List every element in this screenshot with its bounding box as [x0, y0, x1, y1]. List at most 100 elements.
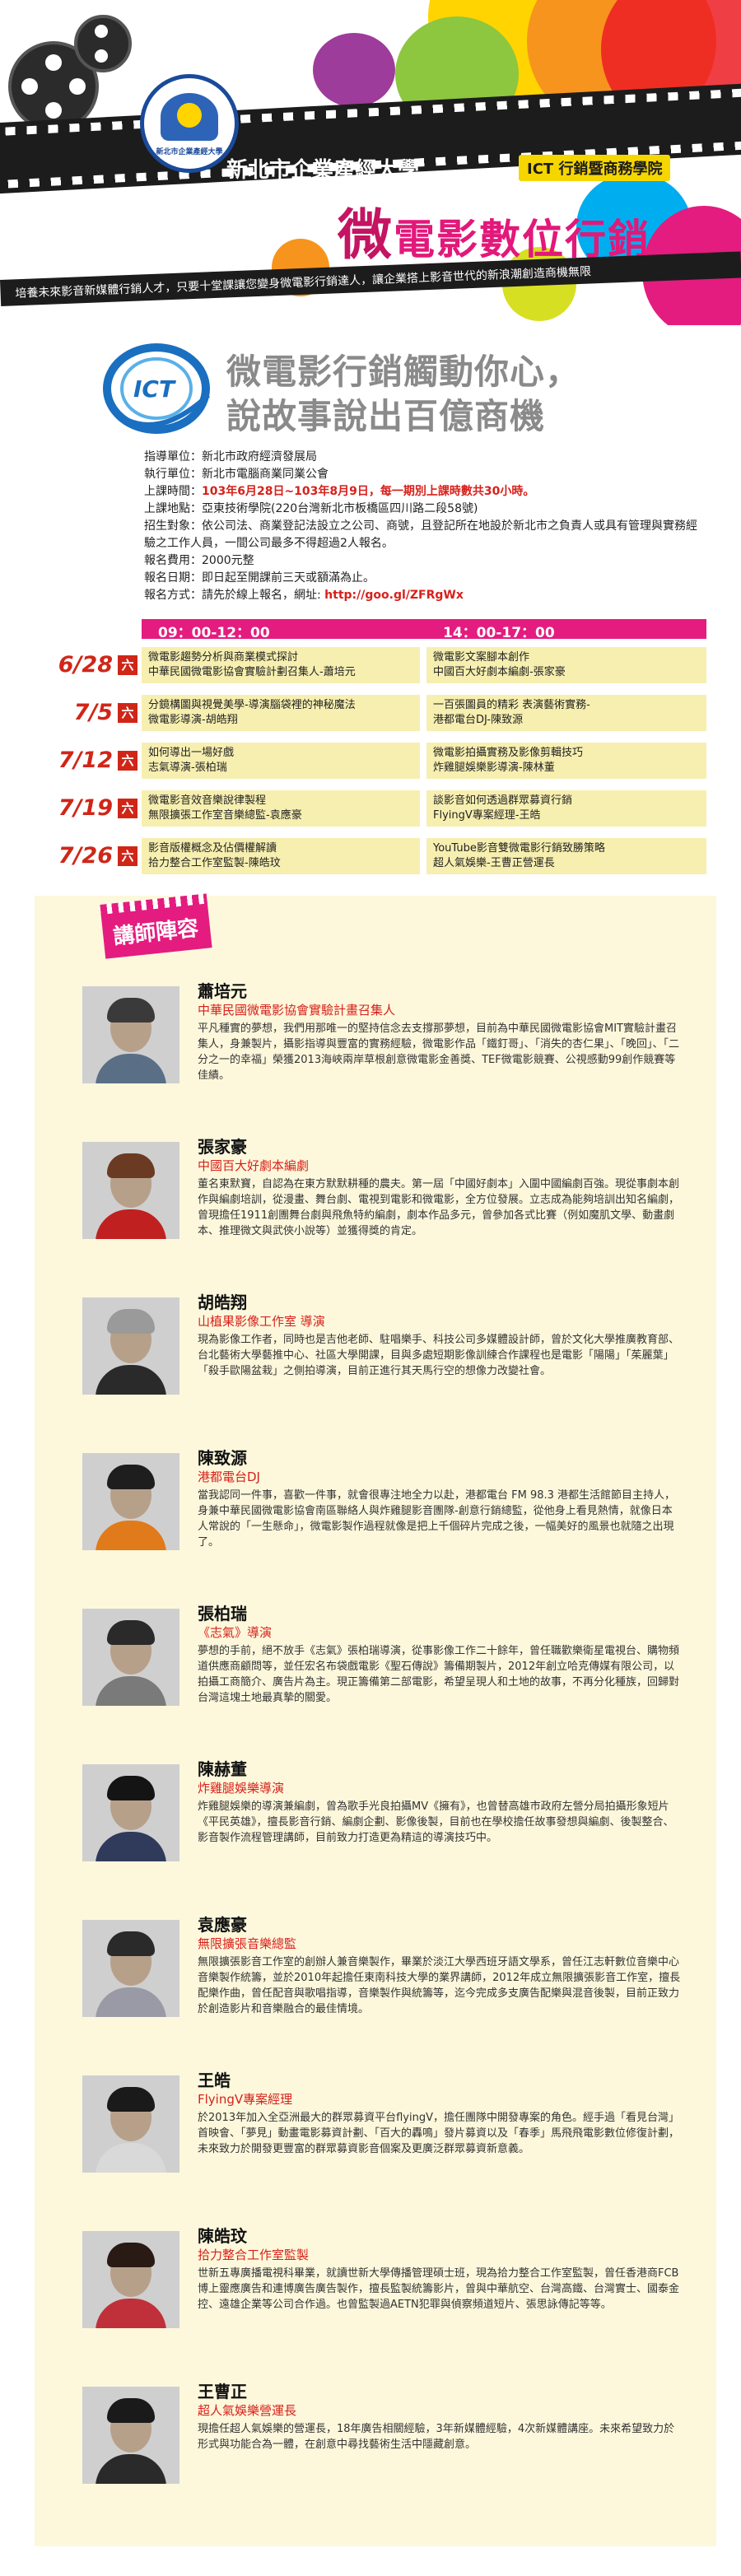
teacher-name: 張家豪: [198, 1137, 247, 1157]
teacher-role: 無限擴張音樂總監: [198, 1936, 297, 1951]
teacher-card: 陳皓玟 拾力整合工作室監製 世新五專廣播電視科畢業，就讀世新大學傳播管理碩士班，現為…: [82, 2223, 683, 2363]
teacher-photo-body: [96, 1054, 166, 1083]
teacher-card: 張家豪 中國百大好劇本編劇董名東默寶，自認為在東方默默耕種的農夫。第一屆「中國好劇…: [82, 1134, 683, 1274]
teacher-photo-body: [96, 2299, 166, 2328]
top-banner: 新北市企業產經大學 新北市企業產經大學 ICT 行銷暨商務學院 微電影數位行銷 …: [0, 0, 741, 325]
university-seal: 新北市企業產經大學: [140, 74, 239, 173]
teacher-role: 炸雞腿娛樂導演: [198, 1781, 285, 1796]
teacher-bio: 夢想的手前，絕不放手《志氣》張柏瑞導演，從事影像工作二十餘年，曾任職歡樂衛星電視…: [198, 1645, 680, 1704]
teacher-card: 張柏瑞《志氣》導演夢想的手前，絕不放手《志氣》張柏瑞導演，從事影像工作二十餘年，…: [82, 1600, 683, 1740]
schedule-morning-session: 如何導出一場好戲 志氣導演-張柏瑞: [142, 743, 420, 779]
schedule-row: 7/12 六如何導出一場好戲 志氣導演-張柏瑞 微電影拍攝實務及影像剪輯技巧 炸雞腿…: [37, 743, 708, 779]
banner-blob-purple: [313, 33, 395, 107]
schedule-row: 7/19 六微電影音效音樂說律製程 無限擴張工作室音樂總監-袁應豪 談影音如何透過群…: [37, 790, 708, 827]
teacher-role: FlyingV專案經理: [198, 2092, 293, 2107]
slogan-line-2: 說故事說出百億商機: [226, 396, 546, 436]
info-time-label: 上課時間：: [144, 485, 202, 498]
teacher-card: 王皓 FlyingV專案經理於2013年加入全亞洲最大的群眾募資平台flyingV…: [82, 2067, 683, 2207]
teacher-role: 《志氣》導演: [198, 1625, 273, 1640]
schedule-afternoon-session: 一百張圖員的精彩 表演藝術實務- 港都電台DJ-陳致源: [426, 695, 706, 731]
teacher-bio: 炸雞腿娛樂的導演兼編劇，曾為歌手光良拍攝MV《擁有》，也曾替高雄市政府左營分局拍…: [198, 1800, 674, 1844]
schedule-day-marker: 六: [118, 799, 137, 818]
info-date: 報名日期：即日起至開課前三天或額滿為止。: [144, 571, 375, 585]
seal-text: 新北市企業產經大學: [156, 148, 223, 156]
teacher-role: 港都電台DJ: [198, 1470, 260, 1484]
teacher-role: 超人氣娛樂營運長: [198, 2403, 297, 2418]
teacher-bio: 於2013年加入全亞洲最大的群眾募資平台flyingV，擔任團隊中開發專案的角色…: [198, 2112, 680, 2155]
ict-school-tag: ICT 行銷暨商務學院: [519, 155, 671, 181]
ict-logo-text: ICT: [133, 375, 175, 403]
main-title-big-char: 微: [338, 203, 394, 267]
teacher-photo-body: [96, 1521, 166, 1550]
teacher-name: 王皓: [198, 2071, 231, 2090]
teacher-photo-hair: [107, 1465, 155, 1489]
teacher-photo-body: [96, 1832, 166, 1861]
teacher-bio: 董名東默寶，自認為在東方默默耕種的農夫。第一屆「中國好劇本」入圍中國編劇百強。現…: [198, 1178, 680, 1237]
signup-link[interactable]: http://goo.gl/ZFRgWx: [324, 589, 464, 602]
info-method-label: 報名方式：請先於線上報名，網址:: [144, 589, 325, 602]
schedule-date: 7/5: [73, 700, 113, 725]
ict-logo: ICT: [97, 338, 221, 445]
slogan-line-1: 微電影行銷觸動你心，: [226, 352, 581, 392]
teacher-bio: 當我認同一件事，喜歡一件事，就會很專注地全力以赴，港都電台 FM 98.3 港都…: [198, 1489, 676, 1549]
teacher-card: 陳赫董炸雞腿娛樂導演炸雞腿娛樂的導演兼編劇，曾為歌手光良拍攝MV《擁有》，也曾替…: [82, 1756, 683, 1896]
teacher-name: 陳皓玟: [198, 2226, 247, 2246]
teacher-photo-body: [96, 1209, 166, 1239]
teacher-photo: [82, 1920, 179, 2017]
teacher-photo-body: [96, 1365, 166, 1395]
teacher-photo: [82, 2387, 179, 2484]
teacher-card: 王曹正超人氣娛樂營運長現擔任超人氣娛樂的營運長，18年廣告相關經驗，3年新媒體經…: [82, 2378, 683, 2518]
schedule-date: 6/28: [58, 652, 113, 678]
teacher-bio: 現擔任超人氣娛樂的營運長，18年廣告相關經驗，3年新媒體經驗，4次新媒體講座。未…: [198, 2423, 675, 2451]
teacher-photo: [82, 2075, 179, 2173]
teacher-photo-body: [96, 1676, 166, 1706]
teacher-name: 王曹正: [198, 2382, 247, 2401]
teacher-photo: [82, 1297, 179, 1395]
teacher-photo-hair: [107, 1620, 155, 1645]
teacher-card: 胡皓翔 山植果影像工作室 導演 現為影像工作者，同時也是吉他老師、駐唱樂手、科技公司…: [82, 1289, 683, 1429]
schedule-morning-session: 微電影音效音樂說律製程 無限擴張工作室音樂總監-袁應豪: [142, 790, 420, 827]
teacher-name: 袁應豪: [198, 1915, 247, 1935]
schedule-morning-session: 影音版權概念及佔價權解讀 拾力整合工作室監製-陳皓玟: [142, 838, 420, 874]
teacher-name: 陳赫董: [198, 1759, 247, 1779]
teacher-photo-hair: [107, 2243, 155, 2267]
teacher-role: 中華民國微電影協會實驗計畫召集人: [198, 1003, 396, 1018]
info-exec: 執行單位：新北市電腦商業同業公會: [144, 468, 329, 481]
teacher-photo: [82, 1453, 179, 1550]
teacher-photo-body: [96, 2143, 166, 2173]
schedule-row: 7/26 六影音版權概念及佔價權解讀 拾力整合工作室監製-陳皓玟 YouTube影音…: [37, 838, 708, 874]
teacher-role: 拾力整合工作室監製: [198, 2248, 310, 2262]
teacher-photo: [82, 2231, 179, 2328]
info-fee: 報名費用：2000元整: [144, 554, 254, 567]
teacher-photo-hair: [107, 1153, 155, 1178]
teacher-photo: [82, 1609, 179, 1706]
teacher-photo-hair: [107, 1931, 155, 1956]
schedule-afternoon-session: 微電影拍攝實務及影像剪輯技巧 炸雞腿娛樂影導演-陳林董: [426, 743, 706, 779]
teacher-photo-hair: [107, 1776, 155, 1800]
schedule-afternoon-session: 微電影文案腳本創作 中國百大好劇本編劇-張家豪: [426, 647, 706, 683]
teacher-bio: 現為影像工作者，同時也是吉他老師、駐唱樂手、科技公司多媒體設計師，曾於文化大學推…: [198, 1334, 680, 1377]
teacher-photo-body: [96, 2454, 166, 2484]
teacher-name: 張柏瑞: [198, 1604, 247, 1623]
schedule-day-marker: 六: [118, 846, 137, 866]
teacher-photo-body: [96, 1987, 166, 2017]
teacher-role: 中國百大好劇本編劇: [198, 1158, 310, 1173]
schedule-head-afternoon: 14：00-17：00: [443, 625, 555, 641]
film-reel-small-icon: [74, 15, 132, 72]
schedule-head-morning: 09：00-12：00: [158, 625, 270, 641]
teacher-name: 蕭培元: [198, 981, 247, 1001]
teacher-photo-hair: [107, 2398, 155, 2423]
university-title: 新北市企業產經大學: [226, 158, 420, 183]
schedule-date: 7/12: [58, 748, 113, 773]
teacher-card: 陳致源 港都電台DJ 當我認同一件事，喜歡一件事，就會很專注地全力以赴，港都電台 F…: [82, 1445, 683, 1585]
info-time: 上課時間：103年6月28日~103年8月9日，每一期別上課時數共30小時。: [144, 483, 704, 501]
schedule-day-marker: 六: [118, 703, 137, 723]
info-guide: 指導單位：新北市政府經濟發展局: [144, 450, 317, 463]
course-info: 指導單位：新北市政府經濟發展局 執行單位：新北市電腦商業同業公會 上課時間：10…: [144, 449, 704, 604]
teachers-title: 講師陣容: [112, 915, 200, 950]
schedule-day-marker: 六: [118, 751, 137, 771]
teacher-photo: [82, 986, 179, 1083]
teacher-photo-hair: [107, 998, 155, 1022]
info-target: 招生對象：依公司法、商業登記法設立之公司、商號，且登記所在地設於新北市之負責人或…: [144, 519, 697, 550]
teacher-photo: [82, 1764, 179, 1861]
